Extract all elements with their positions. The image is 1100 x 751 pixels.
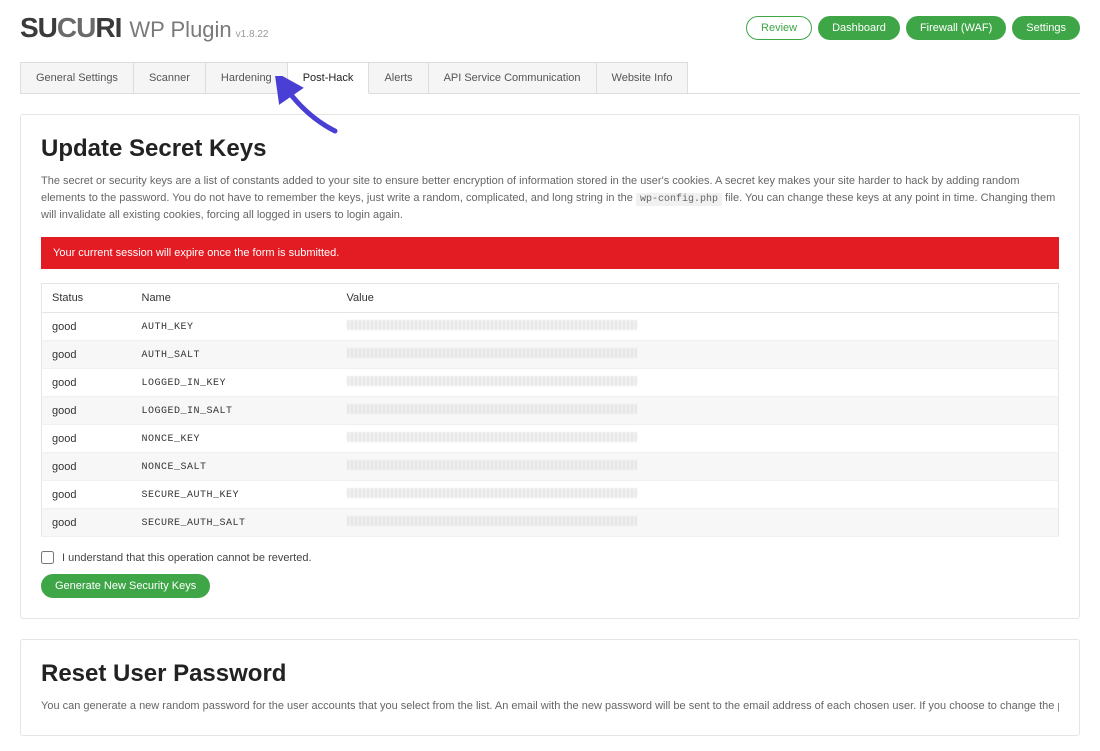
keyname-cell: NONCE_KEY (132, 425, 337, 453)
status-cell: good (42, 453, 132, 481)
table-row: goodAUTH_SALT (42, 341, 1059, 369)
redacted-value (347, 320, 637, 330)
value-cell (337, 397, 1059, 425)
col-name: Name (132, 284, 337, 313)
page-title: Update Secret Keys (41, 135, 1059, 163)
value-cell (337, 369, 1059, 397)
keyname-cell: SECURE_AUTH_SALT (132, 509, 337, 537)
tab-post-hack[interactable]: Post-Hack (287, 62, 370, 94)
status-cell: good (42, 341, 132, 369)
keyname-cell: SECURE_AUTH_KEY (132, 481, 337, 509)
redacted-value (347, 488, 637, 498)
status-cell: good (42, 369, 132, 397)
settings-button[interactable]: Settings (1012, 16, 1080, 40)
confirm-checkbox[interactable] (41, 551, 54, 564)
redacted-value (347, 516, 637, 526)
status-cell: good (42, 397, 132, 425)
warning-banner: Your current session will expire once th… (41, 237, 1059, 269)
dashboard-button[interactable]: Dashboard (818, 16, 900, 40)
tab-website-info[interactable]: Website Info (596, 62, 689, 93)
value-cell (337, 453, 1059, 481)
firewall-button[interactable]: Firewall (WAF) (906, 16, 1006, 40)
table-row: goodAUTH_KEY (42, 313, 1059, 341)
tab-bar: General Settings Scanner Hardening Post-… (20, 62, 1080, 94)
value-cell (337, 341, 1059, 369)
table-row: goodNONCE_SALT (42, 453, 1059, 481)
status-cell: good (42, 313, 132, 341)
redacted-value (347, 404, 637, 414)
status-cell: good (42, 425, 132, 453)
table-row: goodSECURE_AUTH_KEY (42, 481, 1059, 509)
tab-api[interactable]: API Service Communication (428, 62, 597, 93)
tab-general-settings[interactable]: General Settings (20, 62, 134, 93)
tab-hardening[interactable]: Hardening (205, 62, 288, 93)
keyname-cell: AUTH_SALT (132, 341, 337, 369)
keyname-cell: LOGGED_IN_SALT (132, 397, 337, 425)
brand-logo: SUCURI WP Plugin v1.8.22 (20, 12, 268, 44)
status-cell: good (42, 481, 132, 509)
confirm-checkbox-label: I understand that this operation cannot … (62, 552, 312, 564)
reset-password-title: Reset User Password (41, 660, 1059, 688)
tab-alerts[interactable]: Alerts (368, 62, 428, 93)
table-row: goodLOGGED_IN_KEY (42, 369, 1059, 397)
keyname-cell: AUTH_KEY (132, 313, 337, 341)
review-button[interactable]: Review (746, 16, 812, 40)
redacted-value (347, 460, 637, 470)
confirm-checkbox-row[interactable]: I understand that this operation cannot … (41, 551, 1059, 564)
reset-password-description: You can generate a new random password f… (41, 698, 1059, 715)
reset-password-card: Reset User Password You can generate a n… (20, 639, 1080, 736)
table-row: goodNONCE_KEY (42, 425, 1059, 453)
table-row: goodLOGGED_IN_SALT (42, 397, 1059, 425)
status-cell: good (42, 509, 132, 537)
version-text: v1.8.22 (236, 29, 269, 40)
redacted-value (347, 348, 637, 358)
section-description: The secret or security keys are a list o… (41, 173, 1059, 223)
redacted-value (347, 432, 637, 442)
value-cell (337, 481, 1059, 509)
col-value: Value (337, 284, 1059, 313)
update-secret-keys-card: Update Secret Keys The secret or securit… (20, 114, 1080, 619)
tab-scanner[interactable]: Scanner (133, 62, 206, 93)
value-cell (337, 509, 1059, 537)
product-name: WP Plugin (129, 17, 231, 43)
generate-keys-button[interactable]: Generate New Security Keys (41, 574, 210, 598)
value-cell (337, 313, 1059, 341)
col-status: Status (42, 284, 132, 313)
secret-keys-table: Status Name Value goodAUTH_KEYgoodAUTH_S… (41, 283, 1059, 537)
keyname-cell: LOGGED_IN_KEY (132, 369, 337, 397)
redacted-value (347, 376, 637, 386)
table-row: goodSECURE_AUTH_SALT (42, 509, 1059, 537)
keyname-cell: NONCE_SALT (132, 453, 337, 481)
value-cell (337, 425, 1059, 453)
